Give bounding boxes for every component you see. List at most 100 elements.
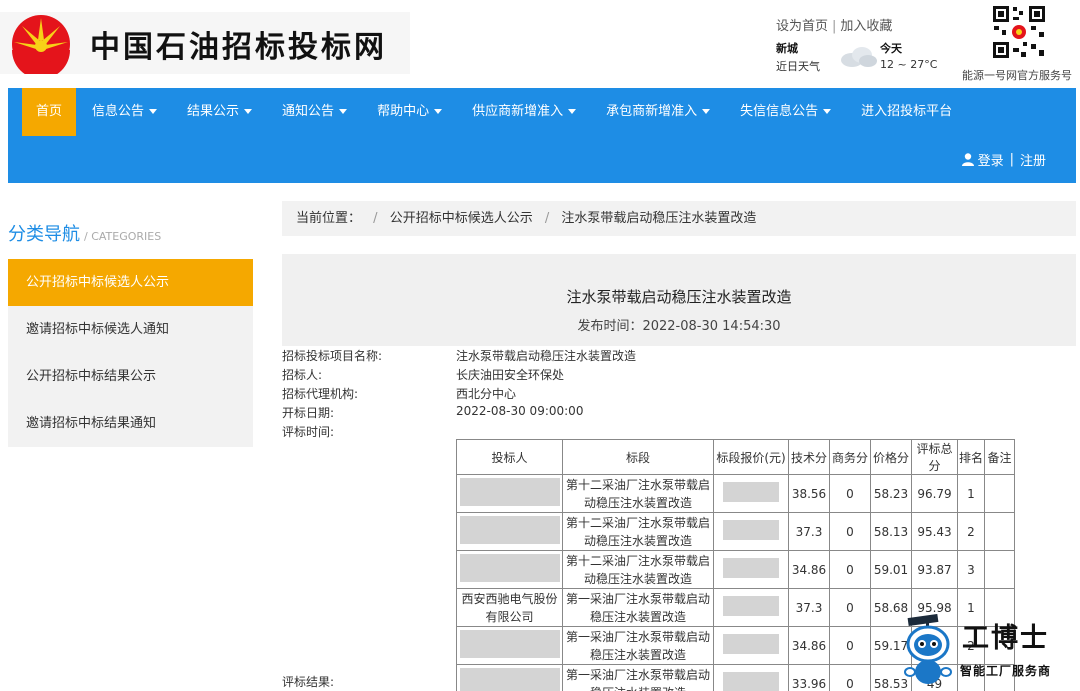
weather-city: 新城 xyxy=(776,42,798,55)
redacted-block xyxy=(459,668,560,691)
col-header-tech: 技术分 xyxy=(788,439,830,475)
redacted-block xyxy=(723,596,779,616)
cell-tech: 37.3 xyxy=(788,512,830,551)
col-header-biz: 商务分 xyxy=(829,439,871,475)
col-header-price: 标段报价(元) xyxy=(713,439,789,475)
redacted-block xyxy=(459,554,560,582)
nav-item-label: 供应商新增准入 xyxy=(472,104,564,119)
cell-biz: 0 xyxy=(829,512,871,551)
weather-label: 近日天气 xyxy=(776,60,820,73)
nav-item-results[interactable]: 结果公示 xyxy=(173,88,266,136)
cell-rank: 1 xyxy=(957,474,985,513)
col-header-total: 评标总分 xyxy=(911,439,958,475)
watermark-tagline: 智能工厂服务商 xyxy=(960,664,1052,678)
breadcrumb-prefix: 当前位置： xyxy=(296,211,362,226)
table-row: 第十二采油厂注水泵带载启动稳压注水装置改造 34.86 0 59.01 93.8… xyxy=(456,550,1015,589)
cell-note xyxy=(984,550,1015,589)
bidder-text: 西安西驰电气股份有限公司 xyxy=(461,591,558,624)
nav-item-dishonesty[interactable]: 失信信息公告 xyxy=(726,88,845,136)
user-icon xyxy=(961,153,974,166)
field-value-tenderer: 长庆油田安全环保处 xyxy=(456,368,565,382)
redacted-block xyxy=(723,482,779,502)
main-nav: 首页 信息公告 结果公示 通知公告 帮助中心 供应商新增准入 承包商新增准入 失… xyxy=(8,88,1076,183)
field-value-project: 注水泵带载启动稳压注水装置改造 xyxy=(456,349,637,363)
breadcrumb-item[interactable]: 注水泵带载启动稳压注水装置改造 xyxy=(561,211,756,226)
cell-price-score: 58.23 xyxy=(870,474,912,513)
sidebar-item-public-results[interactable]: 公开招标中标结果公示 xyxy=(8,353,253,400)
table-row: 第十二采油厂注水泵带载启动稳压注水装置改造 37.3 0 58.13 95.43… xyxy=(456,512,1015,551)
caret-down-icon xyxy=(339,109,348,114)
breadcrumb: 当前位置： / 公开招标中标候选人公示 / 注水泵带载启动稳压注水装置改造 xyxy=(282,201,1076,236)
cell-bidder xyxy=(456,626,563,665)
nav-item-platform[interactable]: 进入招投标平台 xyxy=(847,88,966,136)
col-header-price-score: 价格分 xyxy=(870,439,912,475)
cell-tech: 38.56 xyxy=(788,474,830,513)
cell-biz: 0 xyxy=(829,664,871,691)
article-publish-time: 发布时间：2022-08-30 14:54:30 xyxy=(282,315,1076,334)
categories-title: 分类导航 / CATEGORIES xyxy=(8,220,161,246)
nav-item-label: 失信信息公告 xyxy=(740,104,819,119)
login-link[interactable]: 登录 xyxy=(978,150,1004,169)
nav-item-label: 通知公告 xyxy=(282,104,335,119)
nav-item-label: 帮助中心 xyxy=(377,104,430,119)
cell-bidder xyxy=(456,664,563,691)
caret-down-icon xyxy=(823,109,832,114)
cell-price xyxy=(713,474,789,513)
cell-bidder xyxy=(456,512,563,551)
col-header-note: 备注 xyxy=(984,439,1015,475)
set-home-link[interactable]: 设为首页 xyxy=(776,19,828,34)
cloud-icon xyxy=(841,47,877,67)
col-header-section: 标段 xyxy=(562,439,714,475)
field-value-open-date: 2022-08-30 09:00:00 xyxy=(456,404,584,418)
top-links: 设为首页 | 加入收藏 xyxy=(776,19,893,34)
cell-price-score: 58.13 xyxy=(870,512,912,551)
nav-items: 首页 信息公告 结果公示 通知公告 帮助中心 供应商新增准入 承包商新增准入 失… xyxy=(22,88,968,136)
caret-down-icon xyxy=(244,109,253,114)
field-label-tenderer: 招标人: xyxy=(282,368,323,382)
nav-item-notices[interactable]: 通知公告 xyxy=(268,88,361,136)
caret-down-icon xyxy=(434,109,443,114)
publish-time: 2022-08-30 14:54:30 xyxy=(642,319,781,334)
nav-item-info-notice[interactable]: 信息公告 xyxy=(78,88,171,136)
article-header: 注水泵带载启动稳压注水装置改造 发布时间：2022-08-30 14:54:30 xyxy=(282,254,1076,346)
add-favorite-link[interactable]: 加入收藏 xyxy=(840,19,892,34)
sidebar-item-public-candidates[interactable]: 公开招标中标候选人公示 xyxy=(8,259,253,306)
cell-bidder xyxy=(456,474,563,513)
sidebar: 公开招标中标候选人公示 邀请招标中标候选人通知 公开招标中标结果公示 邀请招标中… xyxy=(8,259,253,447)
nav-item-supplier-access[interactable]: 供应商新增准入 xyxy=(458,88,590,136)
cell-price xyxy=(713,550,789,589)
cell-total: 93.87 xyxy=(911,550,958,589)
register-link[interactable]: 注册 xyxy=(1020,150,1046,169)
cell-note xyxy=(984,474,1015,513)
categories-title-en: / CATEGORIES xyxy=(84,230,162,243)
cell-tech: 33.96 xyxy=(788,664,830,691)
cell-section: 第一采油厂注水泵带载启动稳压注水装置改造 xyxy=(562,664,714,691)
cell-total: 95.43 xyxy=(911,512,958,551)
nav-item-label: 进入招投标平台 xyxy=(861,104,953,119)
field-value-agency: 西北分中心 xyxy=(456,387,517,401)
field-label-eval-result: 评标结果: xyxy=(282,675,335,689)
qr-code-icon xyxy=(991,4,1047,60)
cell-total: 96.79 xyxy=(911,474,958,513)
table-row: 第十二采油厂注水泵带载启动稳压注水装置改造 38.56 0 58.23 96.7… xyxy=(456,474,1015,513)
field-label-agency: 招标代理机构: xyxy=(282,387,359,401)
robot-mascot-icon xyxy=(904,614,952,684)
redacted-block xyxy=(459,478,560,506)
breadcrumb-item[interactable]: 公开招标中标候选人公示 xyxy=(390,211,533,226)
nav-item-home[interactable]: 首页 xyxy=(22,88,77,136)
sidebar-item-invited-results[interactable]: 邀请招标中标结果通知 xyxy=(8,400,253,447)
watermark: 工博士 智能工厂服务商 xyxy=(900,612,1078,688)
cell-bidder xyxy=(456,550,563,589)
nav-item-help[interactable]: 帮助中心 xyxy=(363,88,456,136)
cnpc-logo[interactable] xyxy=(8,10,74,74)
nav-item-label: 信息公告 xyxy=(92,104,145,119)
sidebar-item-invited-candidates[interactable]: 邀请招标中标候选人通知 xyxy=(8,306,253,353)
table-header-row: 投标人 标段 标段报价(元) 技术分 商务分 价格分 评标总分 排名 备注 xyxy=(456,439,1015,475)
nav-item-contractor-access[interactable]: 承包商新增准入 xyxy=(592,88,724,136)
redacted-block xyxy=(723,558,779,578)
qr-caption: 能源一号网官方服务号 xyxy=(962,69,1072,82)
cell-rank: 2 xyxy=(957,512,985,551)
watermark-brand: 工博士 xyxy=(962,623,1049,654)
cell-tech: 34.86 xyxy=(788,550,830,589)
cell-rank: 3 xyxy=(957,550,985,589)
